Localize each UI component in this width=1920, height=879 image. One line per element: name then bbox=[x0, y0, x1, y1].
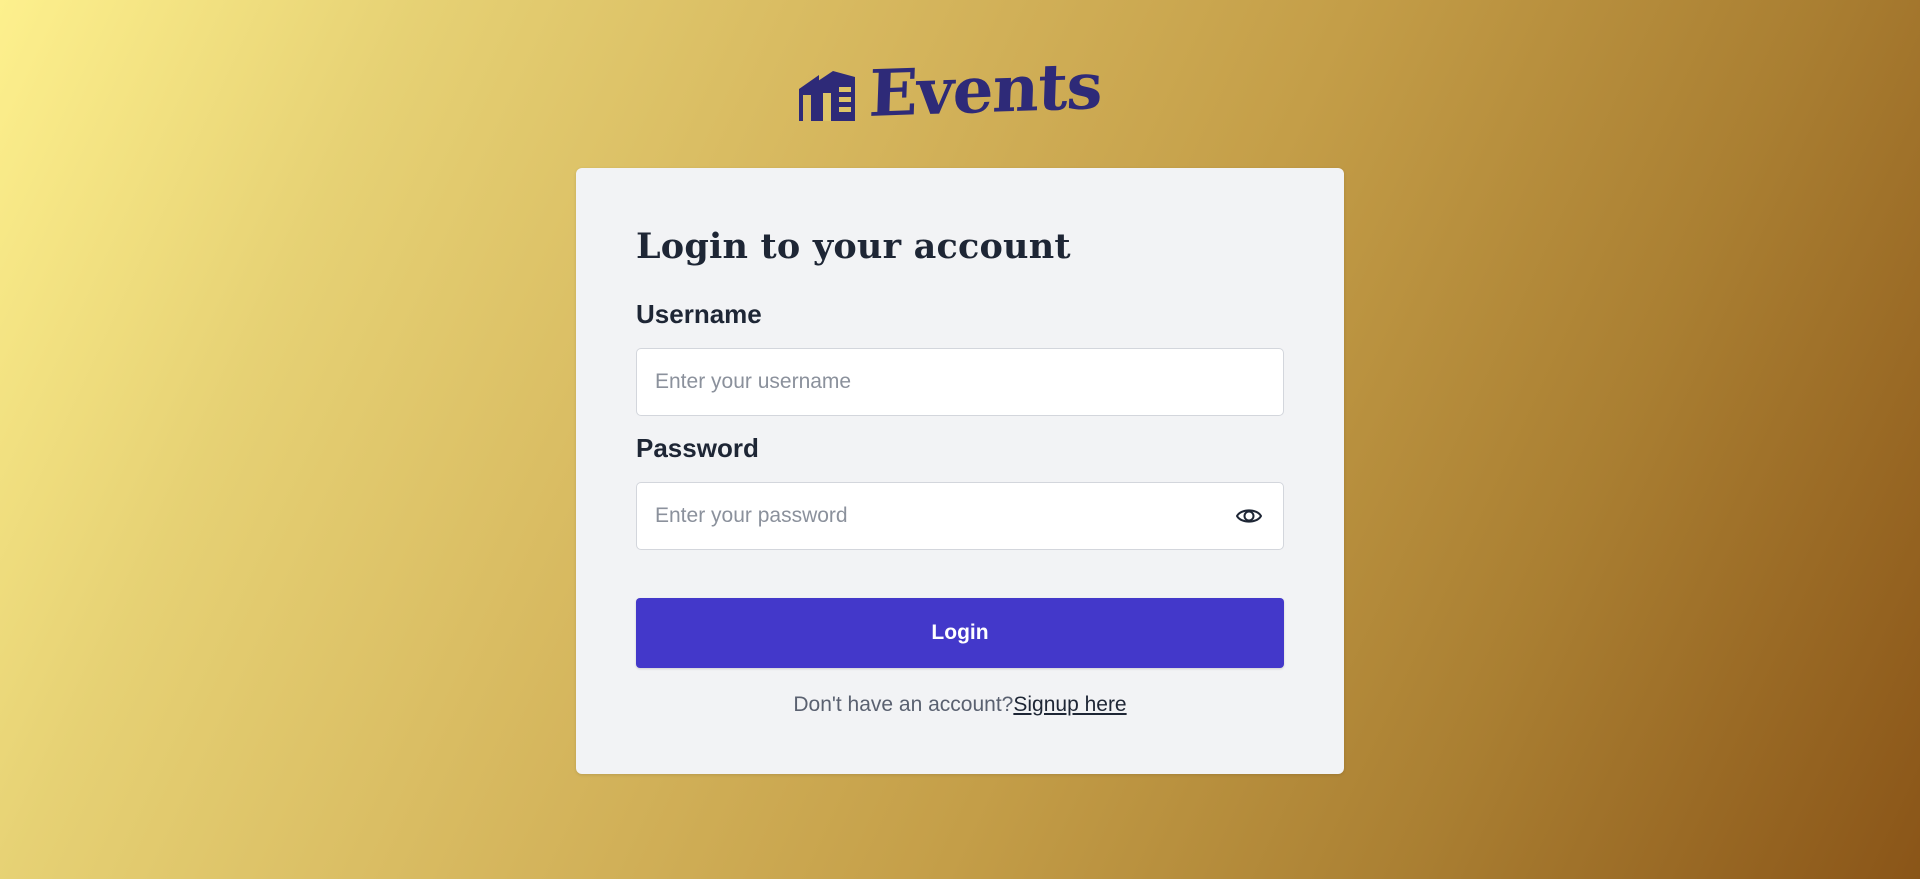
login-button[interactable]: Login bbox=[636, 598, 1284, 668]
page-title: Login to your account bbox=[636, 226, 1071, 267]
brand-logo: Events bbox=[797, 49, 1103, 132]
password-input[interactable] bbox=[655, 483, 1215, 549]
eye-icon[interactable] bbox=[1235, 502, 1263, 530]
username-label: Username bbox=[636, 299, 762, 329]
username-input[interactable] bbox=[655, 349, 1215, 415]
brand-name: Events bbox=[867, 48, 1104, 133]
house-icon bbox=[799, 71, 855, 121]
username-field-container bbox=[636, 348, 1284, 416]
password-field-container bbox=[636, 482, 1284, 550]
login-card: Login to your account Username Password … bbox=[576, 168, 1344, 774]
signup-prompt-row: Don't have an account?Signup here bbox=[576, 693, 1344, 717]
signup-link[interactable]: Signup here bbox=[1013, 693, 1126, 716]
signup-prompt-text: Don't have an account? bbox=[793, 693, 1014, 716]
password-label: Password bbox=[636, 433, 759, 463]
